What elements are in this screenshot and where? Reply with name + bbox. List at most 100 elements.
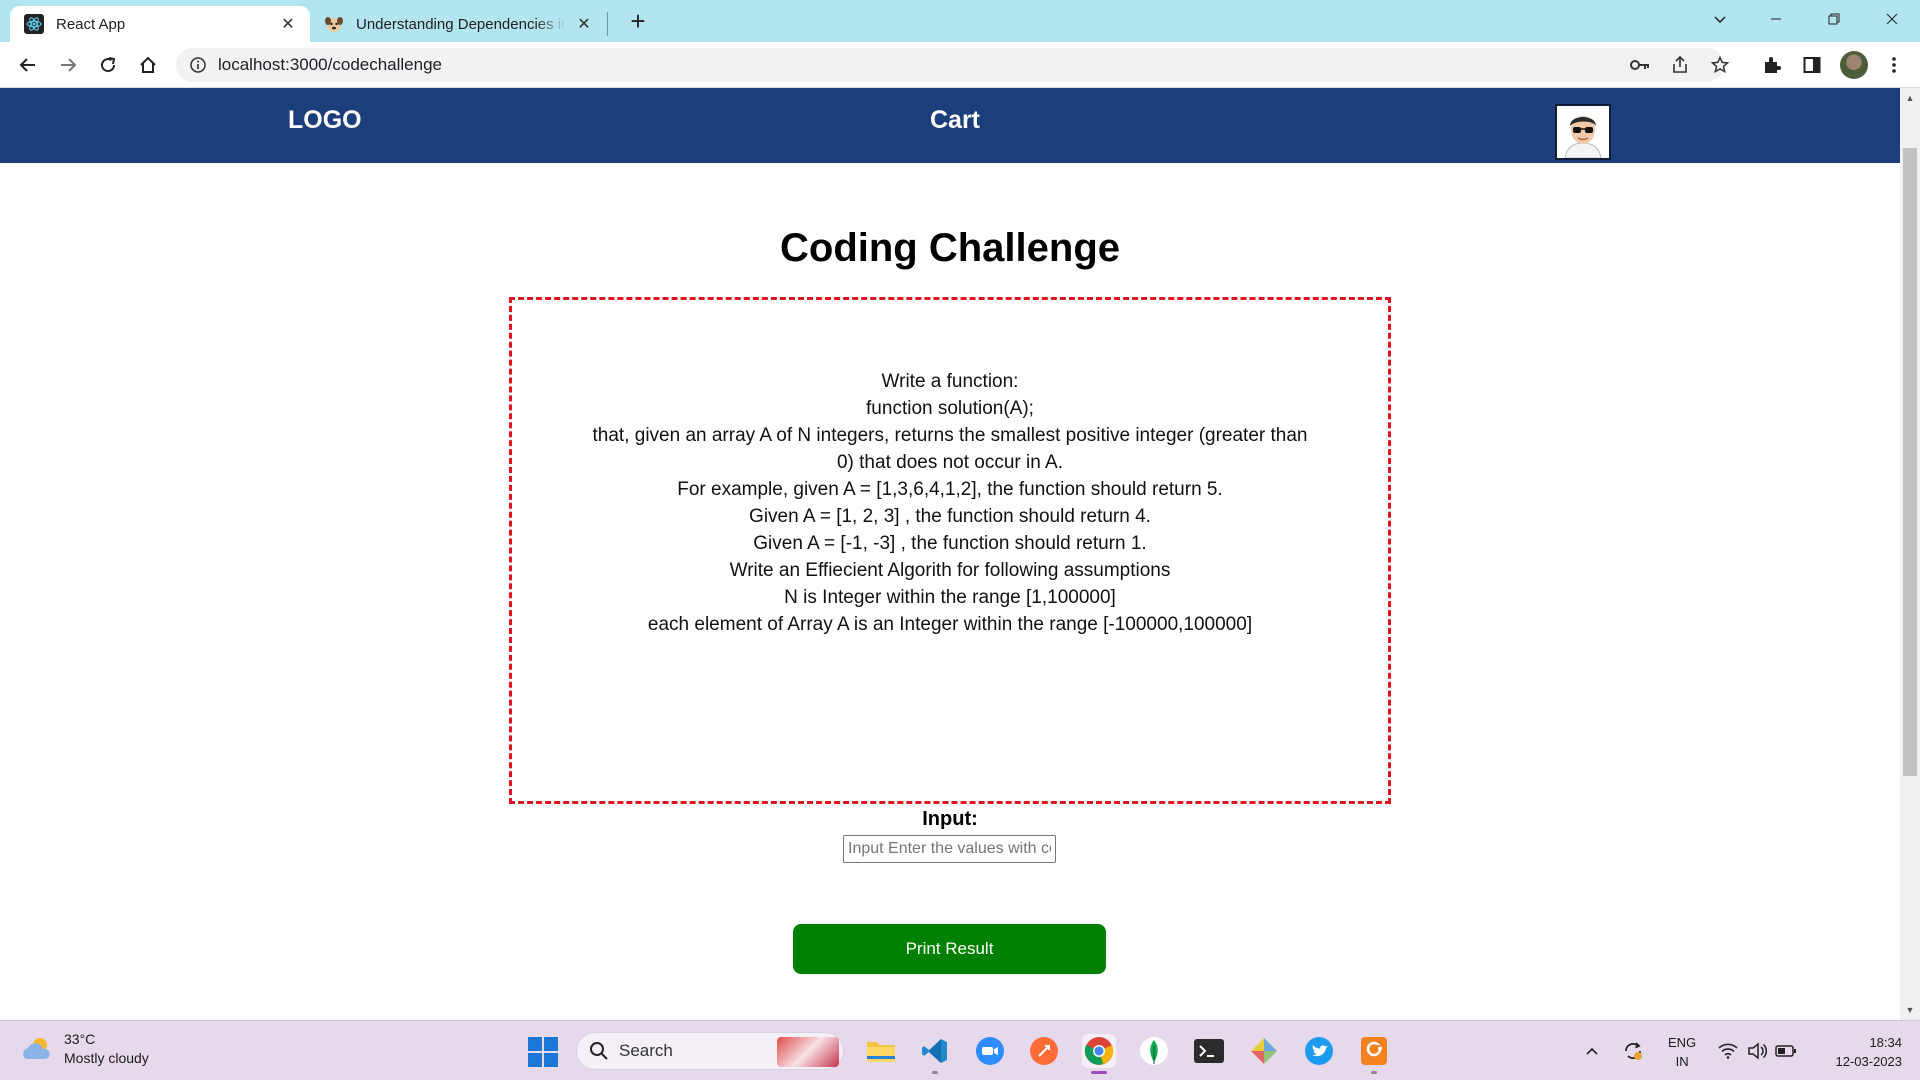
sync-icon[interactable]	[1621, 1039, 1645, 1063]
show-hidden-icons-chevron-icon[interactable]	[1580, 1039, 1604, 1063]
array-input[interactable]	[843, 835, 1056, 863]
cartoon-avatar-icon	[1557, 106, 1609, 158]
mongodb-compass-app[interactable]	[1137, 1034, 1171, 1068]
tab-title: React App	[56, 15, 126, 33]
cart-link[interactable]: Cart	[930, 106, 980, 135]
taskbar-search[interactable]: Search	[576, 1032, 844, 1070]
wifi-icon[interactable]	[1716, 1039, 1740, 1063]
scroll-up-arrow-icon[interactable]: ▲	[1904, 92, 1916, 104]
git-app[interactable]	[1247, 1034, 1281, 1068]
terminal-app[interactable]	[1192, 1034, 1226, 1068]
problem-line: N is Integer within the range [1,100000]	[784, 587, 1116, 608]
zoom-app[interactable]	[973, 1034, 1007, 1068]
site-navbar: LOGO Cart	[0, 88, 1900, 163]
twitter-app[interactable]	[1302, 1034, 1336, 1068]
chevron-down-icon	[1714, 16, 1726, 24]
clock-date: 12-03-2023	[1835, 1054, 1903, 1069]
page-scrollbar[interactable]: ▲ ▼	[1900, 88, 1920, 1020]
forward-arrow-icon	[61, 58, 77, 72]
mongodb-leaf-icon	[1140, 1037, 1168, 1065]
windows-taskbar: 33°C Mostly cloudy Search ENG IN 18:34 1…	[0, 1020, 1920, 1080]
problem-statement-box: Write a function: function solution(A); …	[509, 297, 1391, 804]
dog-icon	[325, 17, 343, 32]
user-avatar[interactable]	[1555, 104, 1611, 160]
problem-line: Write a function:	[881, 371, 1019, 392]
postman-app[interactable]	[1027, 1034, 1061, 1068]
volume-icon[interactable]	[1745, 1039, 1769, 1063]
windows-start-button[interactable]	[528, 1037, 558, 1067]
restore-button[interactable]	[1806, 0, 1862, 38]
site-info-icon[interactable]	[188, 55, 208, 75]
scrollbar-thumb[interactable]	[1903, 148, 1917, 776]
weather-temp: 33°C	[64, 1031, 96, 1047]
browser-tab-bar: React App ✕ Understanding Dependencies i…	[0, 0, 1920, 42]
scroll-down-arrow-icon[interactable]: ▼	[1904, 1004, 1916, 1016]
side-panel-icon[interactable]	[1800, 53, 1824, 77]
battery-icon[interactable]	[1774, 1039, 1798, 1063]
system-clock[interactable]: 18:34 12-03-2023	[1812, 1033, 1903, 1071]
weather-description: Mostly cloudy	[64, 1050, 149, 1066]
problem-line: that, given an array A of N integers, re…	[592, 425, 1308, 473]
clock-time: 18:34	[1869, 1035, 1902, 1050]
weather-widget[interactable]: 33°C Mostly cloudy	[20, 1030, 149, 1068]
share-icon[interactable]	[1670, 55, 1690, 75]
chrome-icon	[1084, 1037, 1114, 1065]
folder-icon	[867, 1042, 895, 1062]
tab-separator	[607, 12, 608, 36]
print-result-button[interactable]: Print Result	[793, 924, 1106, 974]
search-icon	[590, 1042, 608, 1060]
tab-title: Understanding Dependencies in React	[356, 15, 566, 33]
menu-kebab-icon[interactable]	[1882, 53, 1906, 77]
window-close-button[interactable]	[1864, 0, 1920, 38]
react-icon	[24, 14, 44, 34]
page-viewport: LOGO Cart Coding Challenge Write a funct…	[0, 88, 1900, 1020]
problem-line: each element of Array A is an Integer wi…	[647, 614, 1253, 635]
browser-toolbar: localhost:3000/codechallenge	[0, 42, 1920, 88]
close-icon[interactable]: ✕	[278, 14, 298, 34]
close-icon[interactable]: ✕	[574, 14, 594, 34]
back-button[interactable]	[14, 51, 42, 79]
language-code: ENG	[1668, 1035, 1697, 1050]
new-tab-button[interactable]: +	[624, 8, 652, 36]
key-icon[interactable]	[1630, 55, 1650, 75]
reload-button[interactable]	[94, 51, 122, 79]
site-logo[interactable]: LOGO	[288, 106, 362, 135]
problem-line: Given A = [-1, -3] , the function should…	[753, 533, 1147, 554]
zoom-icon	[976, 1037, 1004, 1065]
search-label: Search	[619, 1041, 673, 1060]
problem-line: function solution(A);	[866, 398, 1034, 419]
tab-understanding-dependencies[interactable]: Understanding Dependencies in React ✕	[316, 6, 606, 42]
minimize-icon	[1771, 18, 1781, 20]
home-button[interactable]	[134, 51, 162, 79]
pdf-document-icon	[1361, 1037, 1387, 1065]
input-language-indicator[interactable]: ENG IN	[1668, 1033, 1696, 1071]
address-bar[interactable]: localhost:3000/codechallenge	[176, 48, 1729, 82]
forward-button[interactable]	[54, 51, 82, 79]
minimize-button[interactable]	[1748, 0, 1804, 38]
tab-search-button[interactable]	[1692, 0, 1748, 38]
home-icon	[140, 56, 156, 73]
terminal-icon	[1194, 1039, 1224, 1063]
windows-logo-icon	[528, 1037, 542, 1051]
vscode-icon	[922, 1039, 947, 1063]
extensions-icon[interactable]	[1760, 53, 1784, 77]
search-highlight-image	[777, 1037, 839, 1067]
twitter-bird-icon	[1305, 1037, 1333, 1065]
page-title: Coding Challenge	[780, 226, 1120, 270]
problem-line: For example, given A = [1,3,6,4,1,2], th…	[677, 479, 1223, 500]
chrome-app[interactable]	[1082, 1034, 1116, 1074]
bookmark-star-icon[interactable]	[1710, 55, 1730, 75]
postman-icon	[1030, 1037, 1058, 1065]
region-code: IN	[1675, 1054, 1689, 1069]
back-arrow-icon	[19, 58, 35, 72]
problem-line: Given A = [1, 2, 3] , the function shoul…	[749, 506, 1151, 527]
file-explorer-app[interactable]	[864, 1034, 898, 1068]
cloud-sun-icon	[23, 1038, 50, 1059]
pdf-app[interactable]	[1357, 1034, 1391, 1074]
vscode-app[interactable]	[918, 1034, 952, 1074]
browser-profile-avatar[interactable]	[1840, 51, 1868, 79]
tab-react-app[interactable]: React App ✕	[10, 6, 310, 42]
restore-icon	[1828, 13, 1840, 25]
git-diamond-icon	[1251, 1038, 1277, 1064]
close-icon	[1886, 13, 1898, 25]
